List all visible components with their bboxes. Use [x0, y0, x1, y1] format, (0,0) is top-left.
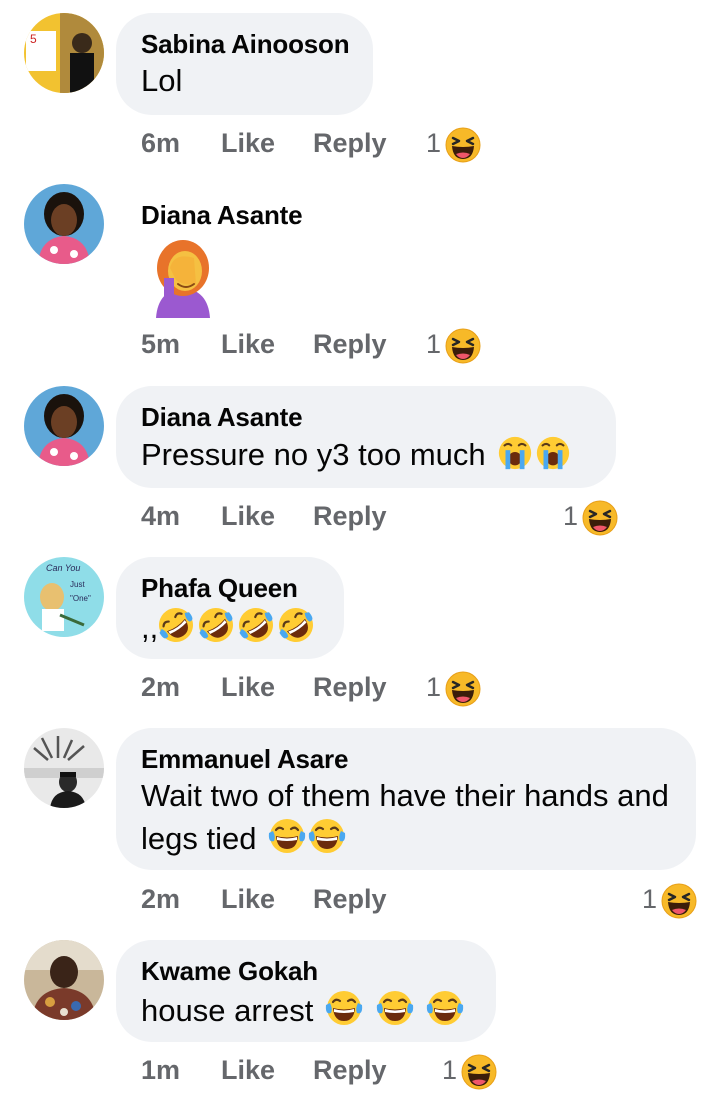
comment-time[interactable]: 4m [141, 499, 180, 533]
comment-text-content: house arrest [141, 993, 314, 1028]
reaction-count[interactable]: 1 [400, 126, 481, 160]
tears-of-joy-emoji [324, 988, 364, 1028]
comment-author[interactable]: Phafa Queen [141, 571, 320, 605]
reaction-number: 1 [425, 128, 441, 158]
comment-author[interactable]: Diana Asante [141, 400, 592, 434]
haha-reaction-icon [582, 500, 618, 536]
reply-button[interactable]: Reply [313, 327, 387, 361]
reaction-number: 1 [425, 329, 441, 359]
comment-author[interactable]: Emmanuel Asare [141, 742, 672, 776]
reply-button[interactable]: Reply [313, 126, 387, 160]
haha-reaction-icon [445, 127, 481, 163]
rolling-on-floor-laughing-emoji [196, 605, 236, 645]
reaction-count[interactable]: 1 [400, 670, 481, 704]
comment-author[interactable]: Sabina Ainooson [141, 27, 350, 61]
haha-reaction-icon [661, 883, 697, 919]
svg-text:5: 5 [30, 32, 37, 46]
comment-author[interactable]: Kwame Gokah [141, 954, 472, 988]
comment-bubble: Diana Asante Pressure no y3 too much [116, 386, 616, 488]
like-button[interactable]: Like [221, 882, 275, 916]
comment-bubble: Diana Asante [116, 184, 326, 314]
svg-text:Can You: Can You [46, 563, 80, 573]
reaction-count[interactable]: 1 [616, 882, 697, 916]
comment-bubble: Kwame Gokah house arrest [116, 940, 496, 1042]
tears-of-joy-emoji [425, 988, 465, 1028]
haha-reaction-icon [445, 328, 481, 364]
comment-text: Pressure no y3 too much [141, 434, 592, 475]
like-button[interactable]: Like [221, 670, 275, 704]
loudly-crying-face-emoji [534, 434, 572, 472]
reaction-count[interactable]: 1 [400, 327, 481, 361]
rolling-on-floor-laughing-emoji [156, 605, 196, 645]
avatar[interactable] [24, 728, 104, 808]
rolling-on-floor-laughing-emoji [236, 605, 276, 645]
reaction-count[interactable]: 1 [416, 1053, 497, 1087]
reply-button[interactable]: Reply [313, 1053, 387, 1087]
comment-time[interactable]: 1m [141, 1053, 180, 1087]
woman-facepalming-emoji [156, 240, 210, 318]
reaction-count[interactable]: 1 [540, 499, 618, 533]
like-button[interactable]: Like [221, 126, 275, 160]
comment-bubble: Sabina Ainooson Lol [116, 13, 374, 115]
reaction-number: 1 [641, 884, 657, 914]
comment-text-content: Pressure no y3 too much [141, 437, 486, 472]
avatar[interactable]: Can You Just "One" [24, 557, 104, 637]
like-button[interactable]: Like [221, 327, 275, 361]
comment-time[interactable]: 6m [141, 126, 180, 160]
comment-author[interactable]: Diana Asante [141, 198, 303, 232]
reaction-number: 1 [562, 501, 578, 531]
comment-text: Lol [141, 63, 183, 98]
avatar[interactable] [24, 184, 104, 264]
comment-time[interactable]: 5m [141, 327, 180, 361]
like-button[interactable]: Like [221, 1053, 275, 1087]
tears-of-joy-emoji [307, 816, 347, 856]
svg-text:Just: Just [70, 580, 85, 589]
comment-bubble: Phafa Queen ,, [116, 557, 344, 659]
comment-text: house arrest [141, 988, 472, 1031]
like-button[interactable]: Like [221, 499, 275, 533]
avatar[interactable] [24, 940, 104, 1020]
reaction-number: 1 [441, 1055, 457, 1085]
haha-reaction-icon [461, 1054, 497, 1090]
reaction-number: 1 [425, 672, 441, 702]
avatar[interactable]: 5 [24, 13, 104, 93]
comment-bubble: Emmanuel Asare Wait two of them have the… [116, 728, 696, 870]
reply-button[interactable]: Reply [313, 499, 387, 533]
comment-time[interactable]: 2m [141, 670, 180, 704]
haha-reaction-icon [445, 671, 481, 707]
rolling-on-floor-laughing-emoji [276, 605, 316, 645]
loudly-crying-face-emoji [496, 434, 534, 472]
avatar[interactable] [24, 386, 104, 466]
reply-button[interactable]: Reply [313, 882, 387, 916]
comment-time[interactable]: 2m [141, 882, 180, 916]
comment-text: ,, [141, 605, 320, 648]
reply-button[interactable]: Reply [313, 670, 387, 704]
svg-text:"One": "One" [70, 594, 91, 603]
tears-of-joy-emoji [267, 816, 307, 856]
comment-text-content: Wait two of them have their hands and le… [141, 778, 669, 856]
tears-of-joy-emoji [375, 988, 415, 1028]
comment-text: Wait two of them have their hands and le… [141, 776, 672, 859]
